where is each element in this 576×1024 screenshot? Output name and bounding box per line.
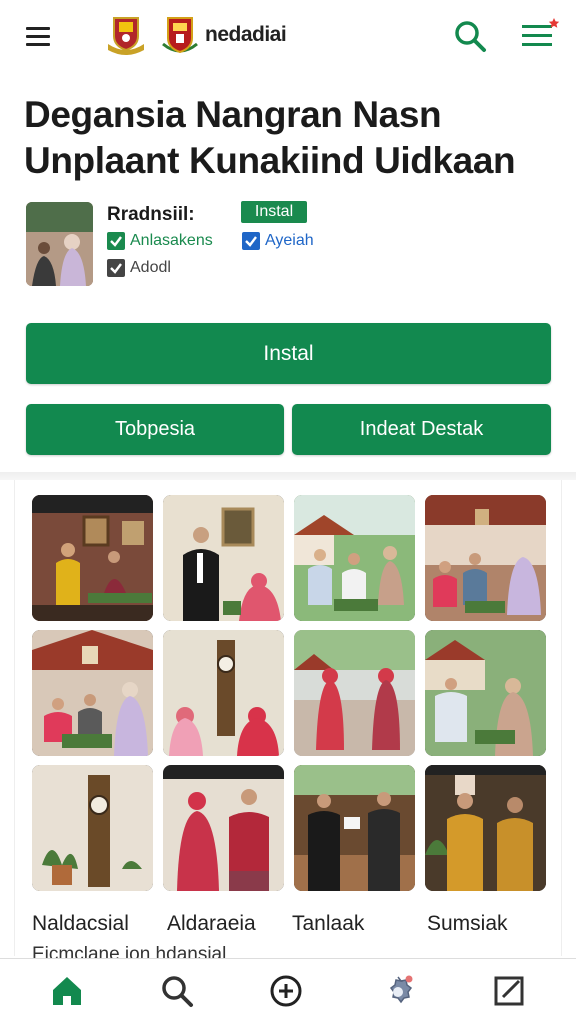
gallery-photo[interactable] [425,495,546,621]
hamburger-menu-icon[interactable] [22,22,54,50]
gallery-photo[interactable] [32,495,153,621]
gallery-caption: Naldacsial [32,912,129,935]
title-line-1: Degansia Nangran Nasn [24,94,442,135]
edit-note-icon[interactable] [489,971,529,1011]
gallery-photo[interactable] [294,765,415,891]
page-title: Degansia Nangran Nasn Unplaant Kunakiind… [24,92,564,184]
settings-gear-icon[interactable] [378,971,418,1011]
gallery-photo[interactable] [32,765,153,891]
section-divider [0,472,576,480]
home-icon[interactable] [47,971,87,1011]
cover-thumbnail [26,202,93,286]
list-notification-icon[interactable] [518,16,560,54]
gallery-subcaption: Eicmclane ion hdansial [32,944,227,958]
gallery-photo[interactable] [163,765,284,891]
gallery-photo[interactable] [425,765,546,891]
gallery-photo[interactable] [425,630,546,756]
indeat-destak-button[interactable]: Indeat Destak [292,404,551,455]
checkbox-label: Adodl [130,259,171,276]
checkmark-icon [107,259,125,277]
photo-gallery [14,480,562,956]
crest-logo-icon [104,14,148,56]
checkbox-label: Anlasakens [130,232,213,249]
meta-label: Rradnsiil: [107,204,195,225]
tobpesia-button[interactable]: Tobpesia [26,404,284,455]
emblem-logo-icon [160,14,200,56]
search-icon[interactable] [452,18,488,54]
gallery-caption: Aldaraeia [167,912,256,935]
gallery-photo[interactable] [163,495,284,621]
title-line-2: Unplaant Kunakiind Uidkaan [24,140,516,181]
add-circle-icon[interactable] [266,971,306,1011]
search-icon[interactable] [157,971,197,1011]
checkbox-label: Ayeiah [265,232,314,249]
gallery-photo[interactable] [294,495,415,621]
gallery-caption: Sumsiak [427,912,508,935]
install-badge[interactable]: Instal [241,201,307,223]
gallery-photo[interactable] [294,630,415,756]
top-bar: nedadiai [0,0,576,72]
checkmark-icon [242,232,260,250]
checkbox-ayeiah[interactable]: Ayeiah [242,232,314,250]
gallery-photo[interactable] [32,630,153,756]
gallery-photo[interactable] [163,630,284,756]
install-button[interactable]: Instal [26,323,551,384]
bottom-navigation [0,958,576,1024]
checkbox-adodl[interactable]: Adodl [107,259,171,277]
gallery-caption: Tanlaak [292,912,365,935]
brand-name: nedadiai [205,23,287,46]
checkbox-anlasakens[interactable]: Anlasakens [107,232,213,250]
checkmark-icon [107,232,125,250]
